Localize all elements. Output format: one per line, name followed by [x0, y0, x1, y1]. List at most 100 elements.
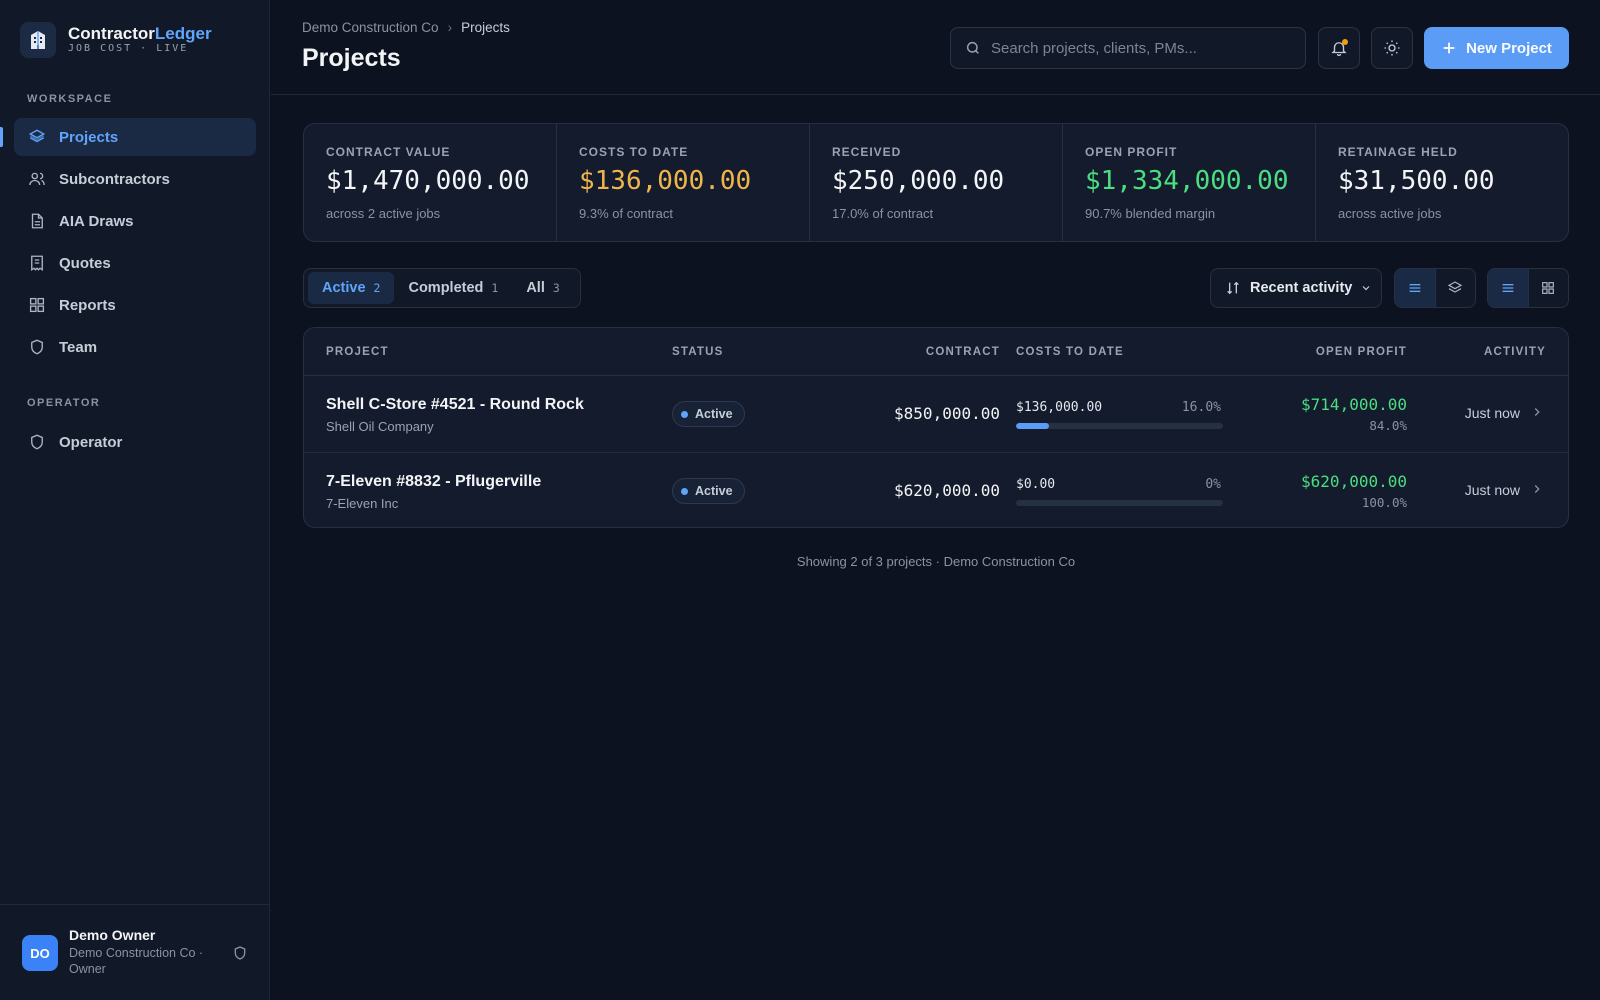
column-header-open-profit[interactable]: OPEN PROFIT [1316, 346, 1407, 358]
contract-value: $620,000.00 [894, 481, 1000, 500]
list-icon [1409, 284, 1421, 292]
stat-retainage-held: RETAINAGE HELD $31,500.00 across active … [1316, 124, 1568, 241]
chevron-right-icon[interactable] [1530, 482, 1544, 496]
sort-icon [1227, 281, 1239, 295]
results-summary: Showing 2 of 3 projects · Demo Construct… [796, 554, 1076, 569]
stat-costs-to-date: COSTS TO DATE $136,000.00 9.3% of contra… [557, 124, 810, 241]
grid-icon [29, 297, 45, 313]
tab-active[interactable]: Active 2 [308, 272, 395, 304]
column-header-costs-to-date[interactable]: COSTS TO DATE [1016, 346, 1124, 358]
stat-contract-value: CONTRACT VALUE $1,470,000.00 across 2 ac… [304, 124, 557, 241]
sidebar-item-projects[interactable]: Projects [14, 118, 256, 156]
sidebar-item-subcontractors[interactable]: Subcontractors [14, 160, 256, 198]
stat-label: CONTRACT VALUE [326, 145, 451, 159]
receipt-icon [31, 255, 43, 272]
user-name: Demo Owner [69, 927, 156, 943]
column-header-project[interactable]: PROJECT [326, 346, 389, 358]
status-label: Active [695, 484, 733, 498]
breadcrumb-org[interactable]: Demo Construction Co [302, 20, 439, 35]
sidebar-item-reports[interactable]: Reports [14, 286, 256, 324]
stat-received: RECEIVED $250,000.00 17.0% of contract [810, 124, 1063, 241]
cost-progress-fill [1016, 423, 1050, 429]
list-icon [1502, 284, 1514, 292]
sidebar: ContractorLedger JOB COST · LIVE WORKSPA… [0, 0, 270, 1000]
search-icon [966, 41, 979, 54]
sidebar-item-label: Projects [59, 128, 119, 146]
tab-label: All [526, 280, 545, 296]
cost-progress-bar [1016, 423, 1223, 429]
tab-label: Active [322, 280, 366, 296]
chevron-right-icon[interactable] [1530, 405, 1544, 419]
user-org-role: Demo Construction Co · Owner [69, 946, 204, 976]
top-header: Demo Construction Co › Projects Projects… [271, 0, 1600, 95]
tab-all[interactable]: All 3 [512, 272, 573, 304]
users-icon [29, 172, 45, 186]
plus-icon [1443, 42, 1455, 54]
operator-section-label: OPERATOR [27, 397, 101, 409]
sort-dropdown[interactable]: Recent activity [1210, 268, 1382, 308]
theme-toggle-button[interactable] [1371, 27, 1413, 69]
notifications-button[interactable] [1318, 27, 1360, 69]
sidebar-item-quotes[interactable]: Quotes [14, 244, 256, 282]
tab-count: 1 [491, 281, 499, 295]
stat-label: RECEIVED [832, 145, 902, 159]
column-header-status[interactable]: STATUS [672, 346, 724, 358]
tab-label: Completed [408, 280, 484, 296]
sidebar-item-team[interactable]: Team [14, 328, 256, 366]
summary-stats: CONTRACT VALUE $1,470,000.00 across 2 ac… [303, 123, 1569, 242]
new-project-button[interactable]: New Project [1424, 27, 1569, 69]
tab-completed[interactable]: Completed 1 [394, 272, 512, 304]
workspace-section-label: WORKSPACE [27, 93, 113, 105]
cost-percent: 16.0% [1181, 400, 1221, 415]
stat-value: $136,000.00 [579, 166, 752, 196]
project-name[interactable]: 7-Eleven #8832 - Pflugerville [326, 473, 541, 491]
sidebar-item-aia-draws[interactable]: AIA Draws [14, 202, 256, 240]
table-row[interactable]: 7-Eleven #8832 - Pflugerville 7-Eleven I… [304, 452, 1568, 527]
sidebar-item-label: Subcontractors [59, 170, 170, 188]
stat-value: $31,500.00 [1338, 166, 1495, 196]
flat-list-option[interactable] [1395, 269, 1435, 307]
document-icon [31, 213, 43, 229]
status-label: Active [695, 407, 733, 421]
grouped-option[interactable] [1434, 269, 1476, 307]
column-header-activity[interactable]: ACTIVITY [1484, 346, 1546, 358]
cost-value: $136,000.00 [1016, 400, 1103, 415]
projects-table: PROJECT STATUS CONTRACT COSTS TO DATE OP… [303, 327, 1569, 528]
chevron-right-icon: › [447, 20, 453, 35]
shield-icon [31, 434, 43, 450]
column-header-contract[interactable]: CONTRACT [926, 346, 1000, 358]
sidebar-item-operator[interactable]: Operator [14, 423, 256, 461]
stat-value: $250,000.00 [832, 166, 1005, 196]
sidebar-item-label: Team [59, 338, 98, 356]
stat-subtext: 17.0% of contract [832, 206, 934, 221]
stat-subtext: across 2 active jobs [326, 206, 441, 221]
cost-percent: 0% [1205, 477, 1221, 492]
open-profit-value: $714,000.00 [1301, 395, 1407, 414]
search-input[interactable] [991, 39, 1291, 57]
project-client: 7-Eleven Inc [326, 496, 399, 511]
active-nav-marker [0, 127, 3, 147]
sidebar-item-label: Operator [59, 433, 123, 451]
sidebar-item-label: Reports [59, 296, 116, 314]
user-profile[interactable]: DO Demo Owner Demo Construction Co · Own… [0, 904, 270, 1000]
shield-icon[interactable] [232, 945, 248, 961]
avatar[interactable]: DO [22, 935, 58, 971]
table-row[interactable]: Shell C-Store #4521 - Round Rock Shell O… [304, 376, 1568, 452]
status-dot [681, 410, 688, 418]
stat-subtext: 9.3% of contract [579, 206, 673, 221]
brand[interactable]: ContractorLedger JOB COST · LIVE [20, 22, 212, 58]
status-badge: Active [672, 478, 745, 504]
breadcrumb-current: Projects [461, 20, 510, 35]
notification-dot [1342, 39, 1348, 45]
contract-value: $850,000.00 [894, 404, 1000, 423]
status-dot [681, 487, 688, 495]
layers-icon [28, 129, 46, 143]
stat-value: $1,470,000.00 [326, 166, 530, 196]
grid-view-option[interactable] [1527, 269, 1569, 307]
open-profit-percent: 84.0% [1369, 418, 1407, 433]
list-view-option[interactable] [1488, 269, 1528, 307]
search-box[interactable] [950, 27, 1306, 69]
project-name[interactable]: Shell C-Store #4521 - Round Rock [326, 396, 584, 414]
sidebar-item-label: Quotes [59, 254, 111, 272]
building-logo-icon [20, 22, 56, 58]
